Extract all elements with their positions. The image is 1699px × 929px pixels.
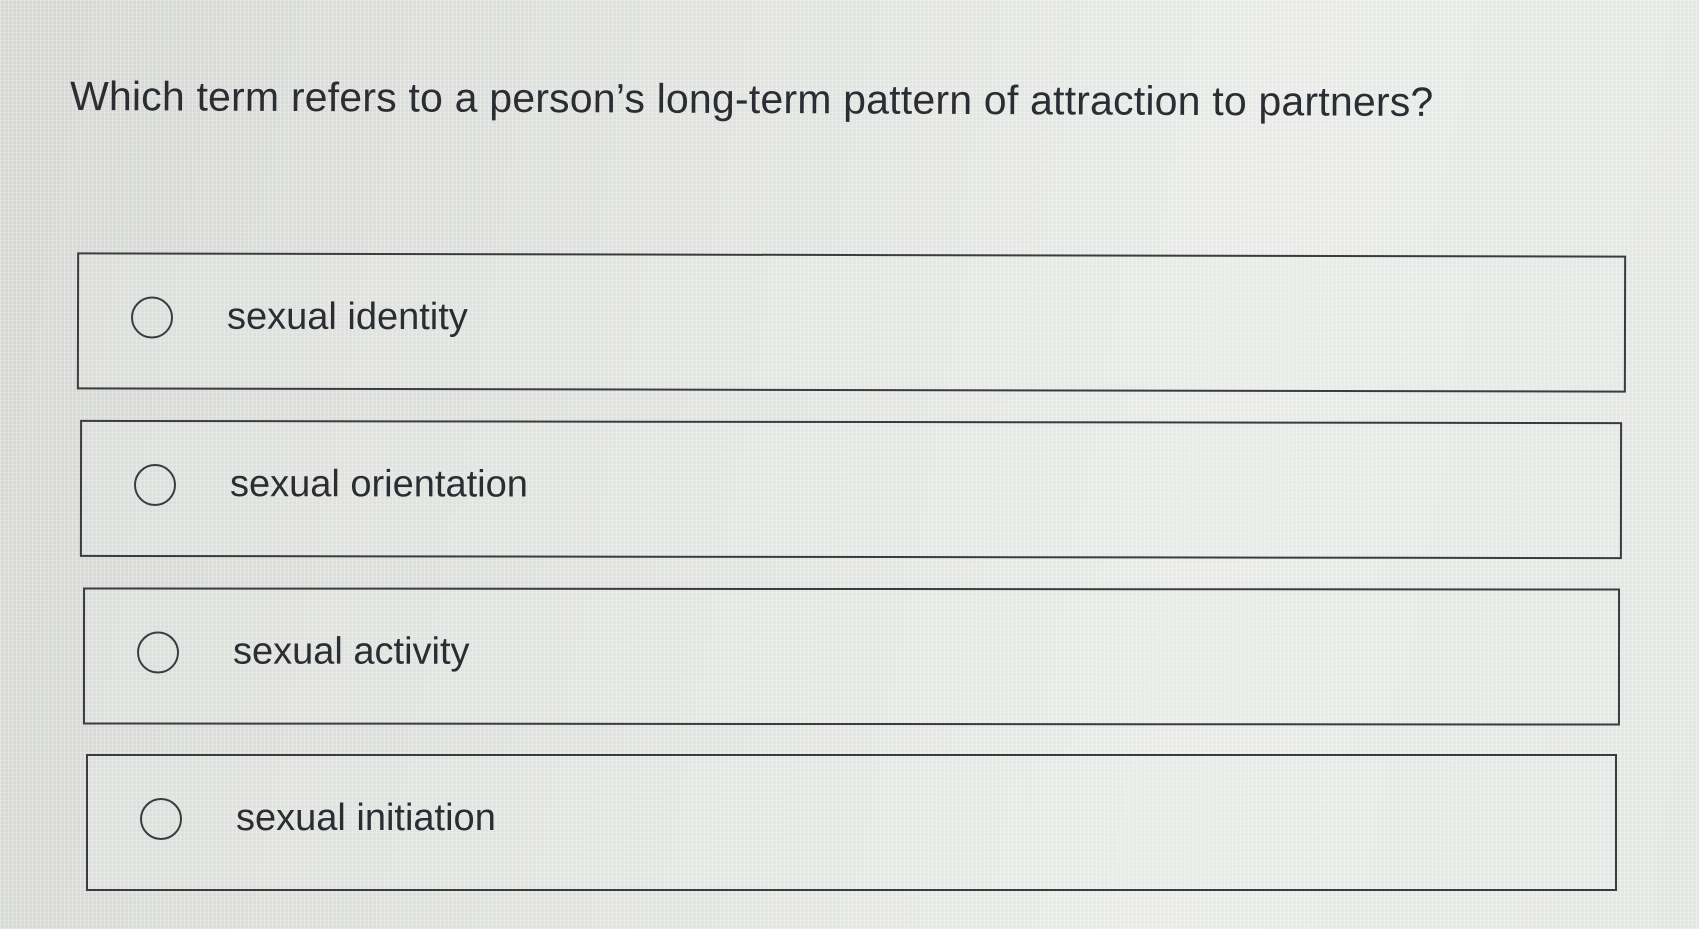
radio-button-icon[interactable] <box>140 798 182 840</box>
radio-button-icon[interactable] <box>133 463 177 507</box>
answer-option-label: sexual orientation <box>229 463 528 506</box>
answer-option-sexual-identity[interactable]: sexual identity <box>76 252 1627 393</box>
radio-button-icon[interactable] <box>136 631 180 674</box>
answer-option-label: sexual identity <box>226 295 468 339</box>
answer-option-sexual-orientation[interactable]: sexual orientation <box>79 419 1623 560</box>
answer-option-label: sexual activity <box>232 630 470 673</box>
answer-options: sexual identity sexual orientation sexua… <box>0 0 1699 929</box>
answer-option-sexual-initiation[interactable]: sexual initiation <box>86 754 1617 891</box>
radio-button-icon[interactable] <box>130 296 174 339</box>
quiz-screen: Which term refers to a person’s long-ter… <box>0 0 1699 929</box>
answer-option-label: sexual initiation <box>236 797 496 839</box>
answer-option-sexual-activity[interactable]: sexual activity <box>82 587 1621 726</box>
